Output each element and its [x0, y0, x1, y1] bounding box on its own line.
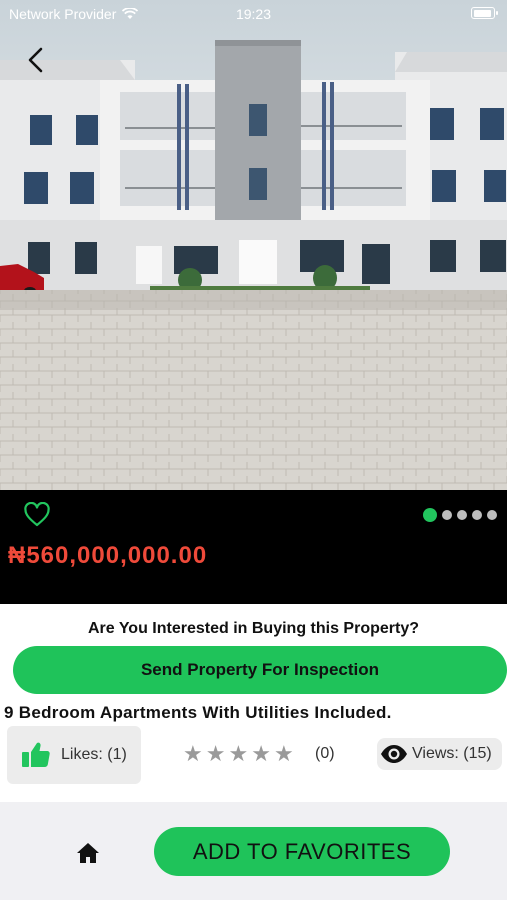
favorite-toggle[interactable] — [23, 501, 51, 528]
like-button[interactable]: Likes: (1) — [7, 726, 141, 784]
bottom-bar: ADD TO FAVORITES — [0, 802, 507, 900]
star-icon[interactable]: ★ — [251, 741, 271, 767]
pagination-dot[interactable] — [472, 510, 482, 520]
home-button[interactable] — [76, 842, 100, 864]
status-bar: Network Provider 19:23 — [0, 0, 507, 28]
views-count: Views: (15) — [412, 745, 492, 762]
property-title: 9 Bedroom Apartments With Utilities Incl… — [4, 703, 392, 722]
pagination-dot[interactable] — [457, 510, 467, 520]
pagination-dot[interactable] — [442, 510, 452, 520]
eye-icon — [381, 745, 407, 763]
price-band: ₦560,000,000.00 — [0, 490, 507, 604]
inspection-question: Are You Interested in Buying this Proper… — [87, 620, 419, 637]
thumbs-up-icon — [22, 742, 50, 767]
home-icon — [77, 843, 99, 863]
gallery-pagination[interactable] — [423, 508, 497, 522]
property-detail-screen: Network Provider 19:23 ₦560,000,000.00 A… — [0, 0, 507, 900]
send-inspection-button[interactable]: Send Property For Inspection — [13, 646, 507, 694]
add-to-favorites-button[interactable]: ADD TO FAVORITES — [154, 827, 450, 876]
star-icon[interactable]: ★ — [228, 741, 248, 767]
battery-icon — [471, 7, 498, 19]
property-photo[interactable] — [0, 0, 507, 490]
back-button[interactable] — [22, 44, 50, 76]
star-icon[interactable]: ★ — [206, 741, 226, 767]
star-icon[interactable]: ★ — [274, 741, 294, 767]
rating-stars[interactable]: ★ ★ ★ ★ ★ — [183, 741, 294, 767]
chevron-left-icon — [28, 47, 43, 73]
property-price: ₦560,000,000.00 — [8, 542, 208, 569]
battery-level — [473, 9, 491, 17]
pagination-dot[interactable] — [423, 508, 437, 522]
rating-count: (0) — [315, 745, 335, 762]
heart-outline-icon — [24, 501, 50, 527]
views-counter: Views: (15) — [377, 738, 502, 770]
pagination-dot[interactable] — [487, 510, 497, 520]
status-time: 19:23 — [235, 6, 272, 22]
likes-count: Likes: (1) — [61, 746, 127, 763]
building-image — [0, 0, 507, 490]
star-icon[interactable]: ★ — [183, 741, 203, 767]
